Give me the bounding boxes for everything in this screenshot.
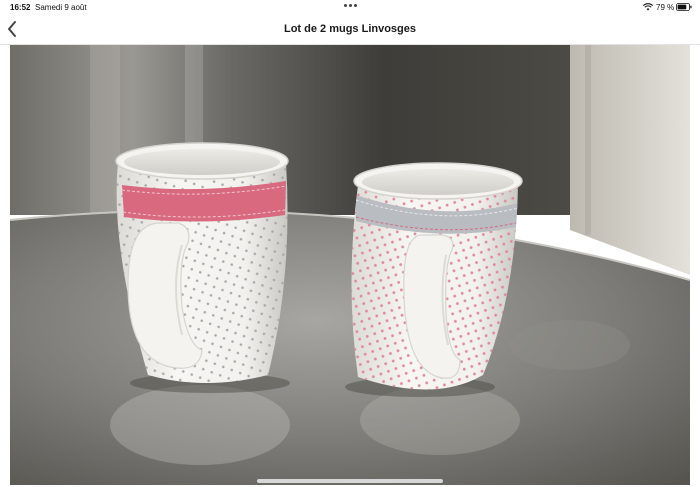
battery-icon [676, 3, 692, 11]
status-bar: 16:52 Samedi 9 août 79 % [0, 0, 700, 14]
status-time: 16:52 [10, 3, 31, 12]
screen: 16:52 Samedi 9 août 79 % Lot de 2 mugs L… [0, 0, 700, 487]
mugs-image [10, 45, 690, 485]
product-photo [10, 45, 690, 485]
home-indicator[interactable] [257, 479, 443, 483]
battery-percent: 79 % [656, 3, 675, 12]
page-title: Lot de 2 mugs Linvosges [283, 23, 417, 35]
wifi-icon [643, 3, 653, 11]
multitask-dots-icon[interactable] [344, 4, 357, 7]
status-date: Samedi 9 août [35, 3, 87, 12]
navigation-bar: Lot de 2 mugs Linvosges [0, 14, 700, 45]
